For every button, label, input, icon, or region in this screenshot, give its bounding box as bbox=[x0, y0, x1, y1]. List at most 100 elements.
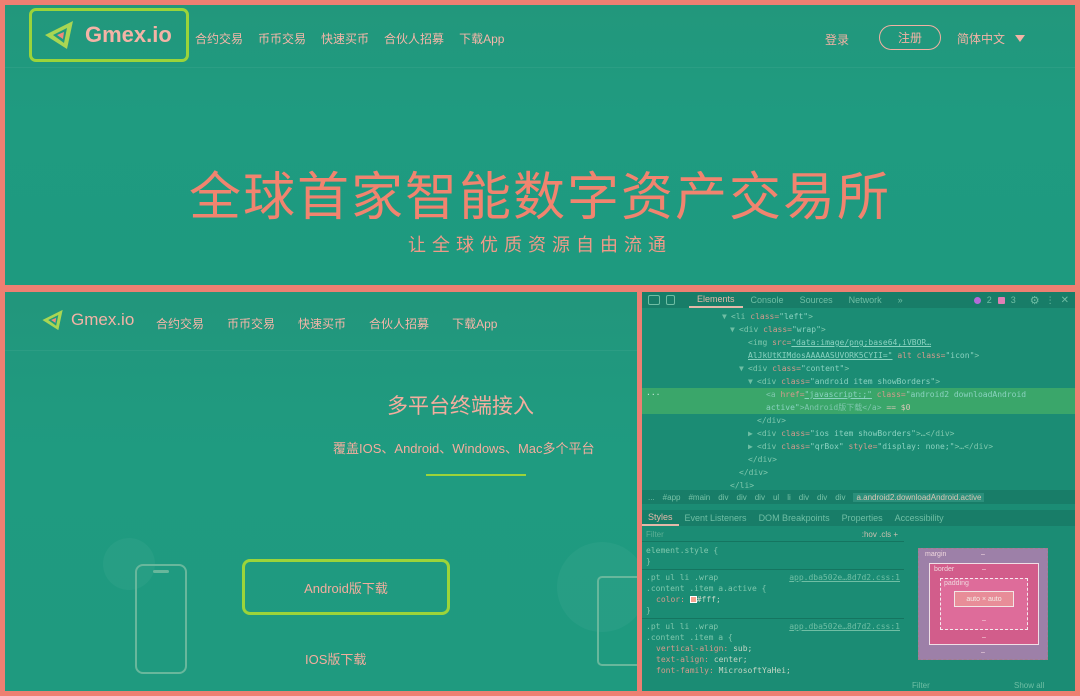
devtools-status: 2 3 ⚙ ⋮ ✕ bbox=[973, 294, 1075, 307]
login-link[interactable]: 登录 bbox=[825, 31, 849, 48]
box-model-padding: padding auto × auto – bbox=[940, 578, 1028, 630]
tablet-icon bbox=[597, 576, 637, 666]
register-button[interactable]: 注册 bbox=[879, 25, 941, 50]
section-title: 多平台终端接入 bbox=[387, 395, 534, 418]
nav-partner-recruit[interactable]: 合伙人招募 bbox=[384, 30, 444, 47]
nav-spot-trading[interactable]: 币币交易 bbox=[227, 315, 275, 332]
breadcrumb-item[interactable]: #app bbox=[663, 493, 681, 502]
box-model-border-label: border bbox=[934, 566, 955, 573]
tab-console[interactable]: Console bbox=[743, 295, 792, 305]
style-declaration[interactable]: color: #fff; bbox=[642, 594, 904, 605]
dom-node[interactable]: </div> bbox=[642, 466, 1075, 479]
breadcrumb-item[interactable]: div bbox=[755, 493, 765, 502]
nav-contract-trading[interactable]: 合约交易 bbox=[195, 30, 243, 47]
style-rule-selector[interactable]: element.style { bbox=[642, 545, 904, 556]
tab-accessibility[interactable]: Accessibility bbox=[889, 513, 950, 523]
ios-download-link[interactable]: IOS版下载 bbox=[305, 649, 366, 668]
tab-network[interactable]: Network bbox=[841, 295, 890, 305]
error-icon bbox=[973, 296, 981, 304]
devtools-panel: Elements Console Sources Network » 2 3 ⚙… bbox=[642, 292, 1075, 691]
styles-filter-input[interactable]: Filter bbox=[646, 530, 664, 539]
gmex-logo-icon bbox=[45, 21, 73, 49]
style-source-link[interactable]: app.dba502e…8d7d2.css:1 bbox=[789, 621, 900, 632]
more-menu-icon[interactable]: ⋮ bbox=[1046, 295, 1055, 306]
hero-title: 全球首家智能数字资产交易所 bbox=[188, 168, 891, 228]
tab-styles[interactable]: Styles bbox=[642, 510, 679, 526]
computed-filter[interactable]: Filter bbox=[912, 681, 930, 690]
nav-quick-buy[interactable]: 快速买币 bbox=[321, 30, 369, 47]
box-model-padding-label: padding bbox=[944, 580, 969, 587]
style-rule-close: } bbox=[646, 606, 651, 615]
tab-properties[interactable]: Properties bbox=[836, 513, 889, 523]
dom-node[interactable]: </div> bbox=[642, 414, 1075, 427]
tab-event-listeners[interactable]: Event Listeners bbox=[679, 513, 753, 523]
style-declaration[interactable]: text-align: center; bbox=[642, 654, 904, 665]
styles-pane: Filter :hov .cls + element.style { } .pt… bbox=[642, 528, 904, 691]
logo[interactable]: Gmex.io bbox=[41, 307, 134, 333]
logo-text: Gmex.io bbox=[71, 310, 135, 329]
dom-node[interactable]: ▼ <div class="android item showBorders"> bbox=[642, 375, 1075, 388]
style-rule-selector[interactable]: .content .item a { bbox=[642, 632, 904, 643]
device-toggle-icon[interactable] bbox=[666, 295, 675, 305]
tab-overflow[interactable]: » bbox=[890, 295, 911, 305]
color-swatch[interactable] bbox=[689, 596, 697, 603]
breadcrumb-item[interactable]: ul bbox=[773, 493, 779, 502]
android-download-button[interactable]: Android版下载 bbox=[242, 559, 450, 615]
dom-node[interactable]: </div> bbox=[642, 453, 1075, 466]
box-model-content: auto × auto bbox=[954, 591, 1014, 607]
show-all-checkbox[interactable]: Show all bbox=[1014, 681, 1044, 690]
dom-node-selected[interactable]: ··· <a href="javascript:;" class="android… bbox=[642, 388, 1075, 414]
style-declaration[interactable]: font-family: MicrosoftYaHei; bbox=[642, 665, 904, 676]
breadcrumb-item[interactable]: div bbox=[737, 493, 747, 502]
dom-node[interactable]: ▶ <div class="qrBox" style="display: none… bbox=[642, 440, 1075, 453]
language-selector[interactable]: 简体中文 bbox=[957, 30, 1026, 47]
style-rule-selector[interactable]: .content .item a.active { bbox=[642, 583, 904, 594]
close-icon[interactable]: ✕ bbox=[1061, 295, 1069, 306]
box-model-diagram: margin – border – padding auto × auto – … bbox=[918, 548, 1048, 660]
nav-download-app[interactable]: 下载App bbox=[452, 315, 497, 332]
dom-node[interactable]: ▼ <li class="left"> bbox=[642, 310, 1075, 323]
error-count[interactable]: 2 bbox=[987, 295, 992, 305]
breadcrumb-item[interactable]: li bbox=[787, 493, 791, 502]
box-model-border-bottom: – bbox=[982, 634, 986, 641]
gear-icon[interactable]: ⚙ bbox=[1030, 294, 1040, 307]
style-source-link[interactable]: app.dba502e…8d7d2.css:1 bbox=[789, 572, 900, 583]
gmex-logo-icon bbox=[42, 309, 63, 331]
nav-download-app[interactable]: 下载App bbox=[459, 30, 504, 47]
breadcrumb-selected[interactable]: a.android2.downloadAndroid.active bbox=[853, 492, 985, 502]
breadcrumb-item[interactable]: div bbox=[799, 493, 809, 502]
nav-spot-trading[interactable]: 币币交易 bbox=[258, 30, 306, 47]
warning-icon bbox=[997, 296, 1005, 304]
warning-count[interactable]: 3 bbox=[1011, 295, 1016, 305]
style-declaration[interactable]: vertical-align: sub; bbox=[642, 643, 904, 654]
box-model-margin-bottom: – bbox=[981, 649, 985, 656]
styles-filter[interactable]: Filter :hov .cls + bbox=[642, 528, 904, 542]
dom-node[interactable]: ▼ <div class="content"> bbox=[642, 362, 1075, 375]
dom-node[interactable]: ▶ <div class="ios item showBorders">…</di… bbox=[642, 427, 1075, 440]
tab-sources[interactable]: Sources bbox=[792, 295, 841, 305]
breadcrumb-item[interactable]: div bbox=[835, 493, 845, 502]
breadcrumb-item[interactable]: div bbox=[817, 493, 827, 502]
tab-elements[interactable]: Elements bbox=[689, 292, 743, 308]
breadcrumb-item[interactable]: div bbox=[718, 493, 728, 502]
rule-divider bbox=[642, 618, 904, 619]
style-rule-selector[interactable]: .pt ul li .wrap app.dba502e…8d7d2.css:1 bbox=[642, 621, 904, 632]
section-underline bbox=[426, 474, 526, 476]
dom-node[interactable]: <img src="data:image/png;base64,iVBOR… bbox=[642, 336, 1075, 349]
dom-node[interactable]: ▼ <div class="wrap"> bbox=[642, 323, 1075, 336]
hov-cls-toggles[interactable]: :hov .cls + bbox=[862, 530, 904, 539]
dom-breadcrumb: ... #app #main div div div ul li div div… bbox=[642, 490, 1075, 504]
nav-partner-recruit[interactable]: 合伙人招募 bbox=[369, 315, 429, 332]
tab-dom-breakpoints[interactable]: DOM Breakpoints bbox=[753, 513, 836, 523]
logo-text: Gmex.io bbox=[85, 22, 172, 47]
styles-tabbar: Styles Event Listeners DOM Breakpoints P… bbox=[642, 510, 1075, 526]
nav-contract-trading[interactable]: 合约交易 bbox=[156, 315, 204, 332]
logo[interactable]: Gmex.io bbox=[43, 17, 172, 53]
style-rule-selector[interactable]: .pt ul li .wrap app.dba502e…8d7d2.css:1 bbox=[642, 572, 904, 583]
dom-node[interactable]: AlJkUtKIMdosAAAAASUVORK5CYII=" alt class… bbox=[642, 349, 1075, 362]
breadcrumb-item[interactable]: ... bbox=[648, 493, 655, 502]
style-rule-close: } bbox=[646, 557, 651, 566]
breadcrumb-item[interactable]: #main bbox=[688, 493, 710, 502]
inspect-element-icon[interactable] bbox=[648, 295, 660, 305]
nav-quick-buy[interactable]: 快速买币 bbox=[298, 315, 346, 332]
